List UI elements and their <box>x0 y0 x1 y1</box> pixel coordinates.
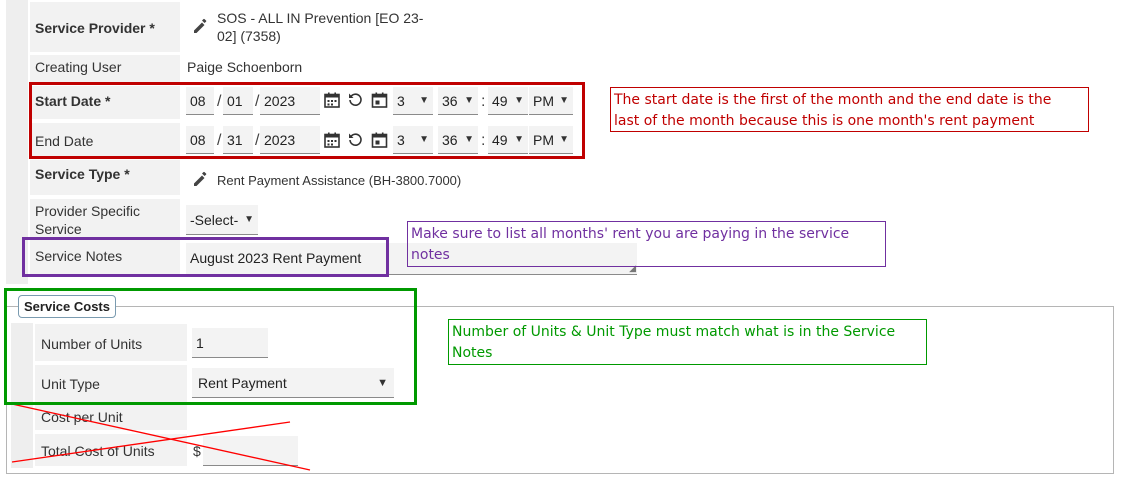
service-provider-value-line2: 02] (7358) <box>217 28 281 44</box>
service-type-value: Rent Payment Assistance (BH-3800.7000) <box>217 173 462 188</box>
pencil-icon[interactable] <box>191 16 211 36</box>
pencil-icon[interactable] <box>191 169 211 189</box>
service-type-label: Service Type * <box>35 166 130 182</box>
units-annotation-line1: Number of Units & Unit Type must match w… <box>452 324 896 340</box>
notes-annotation: Make sure to list all months' rent you a… <box>407 221 886 267</box>
units-annotation-line2: Notes <box>452 345 493 361</box>
creating-user-value: Paige Schoenborn <box>187 59 303 75</box>
provider-specific-value: -Select- <box>190 211 239 228</box>
service-provider-value-line1: SOS - ALL IN Prevention [EO 23- <box>217 10 424 26</box>
provider-specific-label-line2: Service <box>35 221 82 237</box>
notes-highlight-box <box>22 237 389 277</box>
notes-annotation-line2: notes <box>411 247 450 263</box>
dates-annotation-line1: The start date is the first of the month… <box>614 92 1052 108</box>
creating-user-label: Creating User <box>35 59 122 75</box>
dates-annotation: The start date is the first of the month… <box>610 87 1089 132</box>
cross-out-mark <box>11 403 311 471</box>
provider-specific-select[interactable]: -Select- ▼ <box>186 205 258 235</box>
notes-annotation-line1: Make sure to list all months' rent you a… <box>411 226 850 242</box>
costs-highlight-box <box>4 288 417 405</box>
dates-annotation-line2: last of the month because this is one mo… <box>614 113 1035 129</box>
provider-specific-label-line1: Provider Specific <box>35 203 141 219</box>
units-annotation: Number of Units & Unit Type must match w… <box>448 319 927 365</box>
dates-highlight-box <box>29 82 585 159</box>
service-provider-label: Service Provider * <box>35 20 155 36</box>
chevron-down-icon: ▼ <box>244 214 254 225</box>
